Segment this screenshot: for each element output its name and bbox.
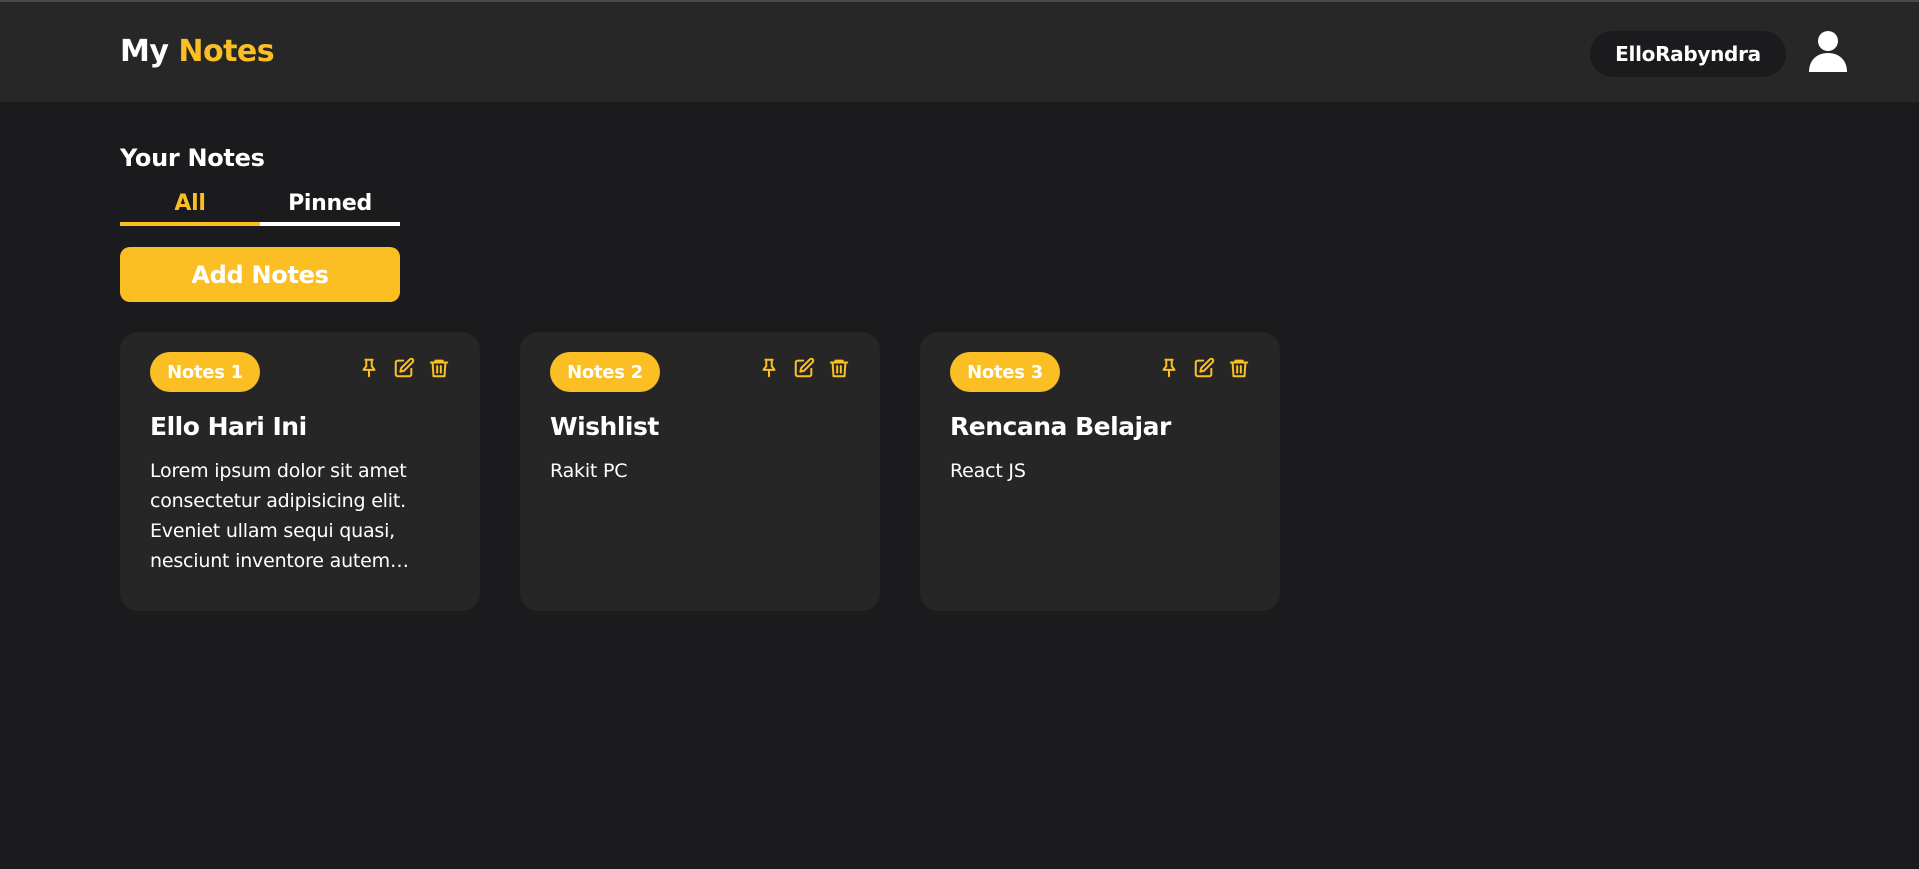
brand-prefix: My <box>120 34 169 69</box>
app-logo[interactable]: My Notes <box>120 34 275 69</box>
section-title: Your Notes <box>120 144 265 172</box>
note-body: Rakit PC <box>550 460 628 482</box>
add-notes-button[interactable]: Add Notes <box>120 247 400 302</box>
note-badge: Notes 2 <box>550 352 660 392</box>
edit-icon[interactable] <box>393 357 415 379</box>
note-body: React JS <box>950 460 1026 482</box>
username-badge[interactable]: ElloRabyndra <box>1590 31 1786 77</box>
note-title: Wishlist <box>550 412 659 441</box>
pin-icon[interactable] <box>358 357 380 379</box>
tab-all[interactable]: All <box>120 188 260 226</box>
notes-grid: Notes 1 Ello Hari Ini Lorem ipsum dolor … <box>120 332 1280 611</box>
note-card[interactable]: Notes 1 Ello Hari Ini Lorem ipsum dolor … <box>120 332 480 611</box>
note-actions <box>1158 357 1250 379</box>
note-card[interactable]: Notes 3 Rencana Belajar React JS <box>920 332 1280 611</box>
edit-icon[interactable] <box>793 357 815 379</box>
note-body: Lorem ipsum dolor sit amet consectetur a… <box>150 460 407 572</box>
note-actions <box>358 357 450 379</box>
brand-accent: Notes <box>178 34 275 69</box>
edit-icon[interactable] <box>1193 357 1215 379</box>
note-card[interactable]: Notes 2 Wishlist Rakit PC <box>520 332 880 611</box>
pin-icon[interactable] <box>1158 357 1180 379</box>
trash-icon[interactable] <box>428 357 450 379</box>
note-badge: Notes 1 <box>150 352 260 392</box>
trash-icon[interactable] <box>828 357 850 379</box>
trash-icon[interactable] <box>1228 357 1250 379</box>
note-actions <box>758 357 850 379</box>
pin-icon[interactable] <box>758 357 780 379</box>
user-icon[interactable] <box>1808 30 1848 74</box>
notes-filter-tabs: All Pinned <box>120 188 400 226</box>
note-title: Ello Hari Ini <box>150 412 307 441</box>
note-badge: Notes 3 <box>950 352 1060 392</box>
top-navbar: My Notes ElloRabyndra <box>0 2 1919 102</box>
note-title: Rencana Belajar <box>950 412 1171 441</box>
tab-pinned[interactable]: Pinned <box>260 188 400 226</box>
